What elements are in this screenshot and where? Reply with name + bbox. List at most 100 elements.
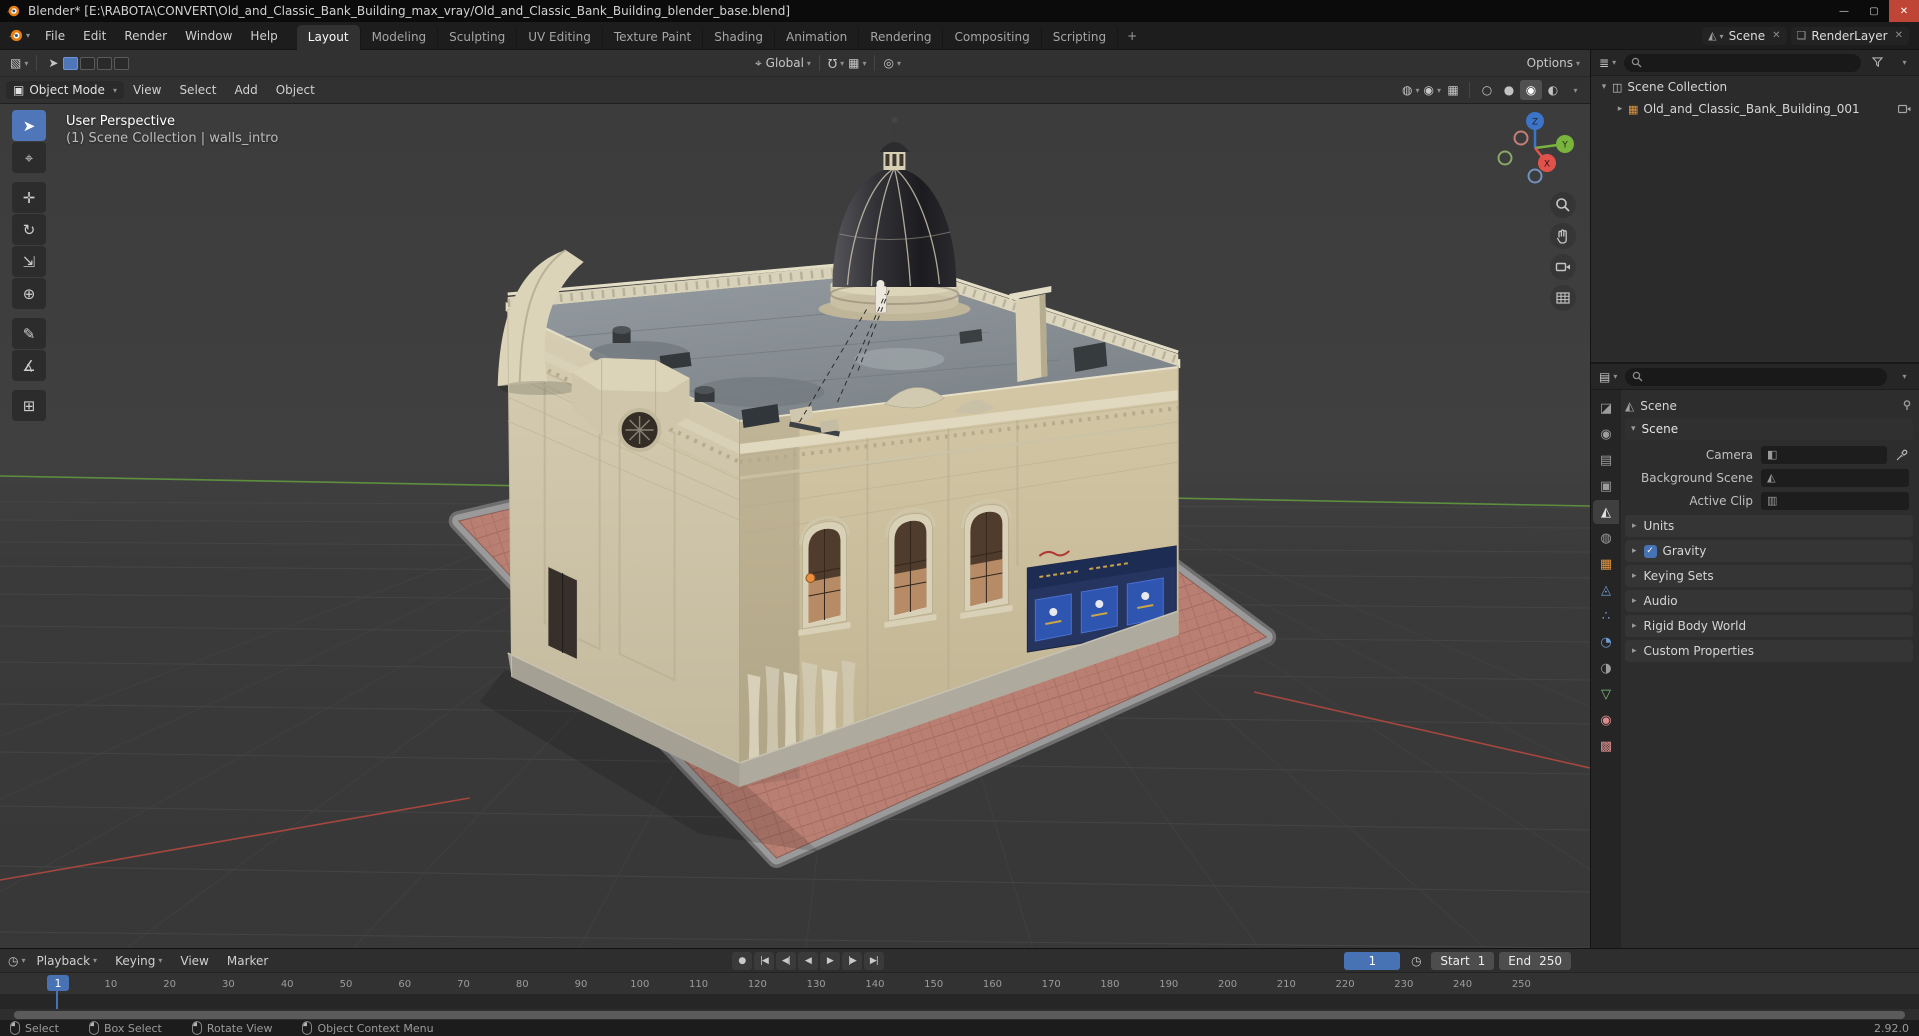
select-mode-button[interactable] [97,56,113,70]
blender-menu-button[interactable] [0,28,36,43]
gizmo-y-neg[interactable] [1497,150,1513,166]
select-mode-button[interactable] [114,56,130,70]
properties-editor-type-button[interactable]: ▤ [1597,367,1619,387]
properties-tab[interactable]: ◬ [1593,578,1619,602]
scene-selector[interactable]: ◭ Scene ✕ [1702,26,1787,45]
properties-tab[interactable]: ◪ [1593,396,1619,420]
topbar-menu[interactable]: Help [241,22,286,50]
snap-toggle[interactable]: Ω [826,53,846,73]
tool-button[interactable]: ✎ [12,318,46,349]
timeline-menu[interactable]: View [171,947,217,975]
properties-tab[interactable]: ◍ [1593,526,1619,550]
workspace-tab[interactable]: Compositing [943,24,1042,50]
zoom-button[interactable] [1550,192,1576,218]
properties-tab[interactable]: ▽ [1593,682,1619,706]
tool-button[interactable]: ⇲ [12,246,46,277]
disable-in-renders-icon[interactable] [1898,104,1911,114]
filter-button[interactable] [1867,53,1887,73]
transport-button[interactable]: |◀ [753,951,774,970]
minimize-button[interactable]: — [1829,0,1859,22]
outliner-options-dropdown[interactable] [1893,53,1913,73]
timeline-ruler[interactable]: 1102030405060708090100110120130140150160… [0,973,1919,995]
maximize-button[interactable]: ▢ [1859,0,1889,22]
viewport-canvas[interactable]: User Perspective (1) Scene Collection | … [0,104,1590,948]
workspace-tab[interactable]: Texture Paint [603,24,704,50]
shading-mode-button[interactable]: ◉ [1520,80,1542,100]
properties-tab[interactable]: ◑ [1593,656,1619,680]
snap-target-dropdown[interactable]: ▦ [846,53,868,73]
shading-mode-button[interactable]: ○ [1476,80,1498,100]
shading-dropdown[interactable] [1564,80,1584,100]
tool-button[interactable]: ⌖ [12,142,46,173]
playhead-line[interactable] [56,991,58,1009]
timeline-menu[interactable]: Keying [106,947,171,975]
properties-tab[interactable]: ▣ [1593,474,1619,498]
workspace-tab[interactable]: Shading [703,24,776,50]
properties-panel-header[interactable]: Audio [1625,590,1913,612]
checkbox[interactable] [1643,544,1657,558]
properties-panel-header[interactable]: Gravity [1625,540,1913,562]
topbar-menu[interactable]: Render [115,22,176,50]
workspace-tab[interactable]: UV Editing [517,24,603,50]
properties-tab[interactable]: ◭ [1593,500,1619,524]
outliner-search-input[interactable] [1624,53,1861,72]
properties-panel-header[interactable]: Custom Properties [1625,640,1913,662]
gizmo-z-neg[interactable] [1527,168,1543,184]
properties-tab[interactable]: ▤ [1593,448,1619,472]
view-layer-selector[interactable]: ❏ RenderLayer ✕ [1790,26,1909,45]
viewport-menu[interactable]: Add [225,76,266,104]
add-workspace-button[interactable]: + [1118,24,1146,48]
properties-tab[interactable]: ▦ [1593,552,1619,576]
unlink-scene-icon[interactable]: ✕ [1772,30,1780,41]
transport-button[interactable]: ▶| [863,951,884,970]
outliner-editor-type-button[interactable]: ≣ [1597,53,1618,73]
property-field[interactable]: ◭ [1761,468,1909,487]
property-field[interactable]: ▥ [1761,491,1909,510]
transform-orientation-dropdown[interactable]: ⌖ Global [753,53,813,73]
workspace-tab[interactable]: Layout [296,24,361,50]
tool-button[interactable]: ⊕ [12,278,46,309]
disclosure-arrow-icon[interactable] [1613,104,1627,114]
frame-start-field[interactable]: Start 1 [1431,951,1495,970]
3d-scene[interactable] [0,104,1590,948]
close-button[interactable]: ✕ [1889,0,1919,22]
gizmo-x-neg[interactable] [1513,130,1529,146]
playhead-badge[interactable]: 1 [47,975,69,991]
disclosure-arrow-icon[interactable] [1597,82,1611,92]
transport-button[interactable]: ● [731,951,752,970]
shading-mode-button[interactable]: ◐ [1542,80,1564,100]
tool-button[interactable]: ➤ [12,110,46,141]
viewport-toggle-button[interactable]: ◉ [1422,80,1444,100]
scene-panel-header[interactable]: Scene [1625,418,1913,440]
timeline-track[interactable] [0,995,1919,1009]
proportional-editing-button[interactable]: ◎ [881,53,903,73]
toggle-perspective-button[interactable] [1550,285,1576,311]
properties-tab[interactable]: ◉ [1593,708,1619,732]
timeline-editor-type-button[interactable]: ◷ [6,951,28,971]
workspace-tab[interactable]: Scripting [1042,24,1119,50]
transport-button[interactable]: ◀ [797,951,818,970]
property-field[interactable]: ◧ [1761,445,1887,464]
timeline-menu[interactable]: Playback [28,947,107,975]
editor-type-button[interactable]: ▧ [8,53,30,73]
properties-options-dropdown[interactable] [1893,367,1913,387]
tool-button[interactable]: ↻ [12,214,46,245]
properties-tab[interactable]: ▩ [1593,734,1619,758]
properties-panel-header[interactable]: Units [1625,515,1913,537]
outliner-row[interactable]: ▦ Old_and_Classic_Bank_Building_001 [1591,98,1919,120]
viewport-toggle-button[interactable]: ▦ [1443,80,1463,100]
camera-view-button[interactable] [1550,254,1576,280]
workspace-tab[interactable]: Sculpting [438,24,518,50]
eyedropper-icon[interactable] [1895,449,1909,461]
properties-tab[interactable]: ∴ [1593,604,1619,628]
transport-button[interactable]: |▶ [841,951,862,970]
viewport-menu[interactable]: View [124,76,170,104]
viewport-toggle-button[interactable]: ◍ [1400,80,1422,100]
tool-button[interactable]: ✛ [12,182,46,213]
topbar-menu[interactable]: Window [176,22,241,50]
transport-button[interactable]: ◀| [775,951,796,970]
viewport-menu[interactable]: Select [170,76,225,104]
options-dropdown[interactable]: Options [1525,53,1582,73]
navigation-gizmo[interactable]: Z Y X [1485,104,1585,204]
properties-tab[interactable]: ◔ [1593,630,1619,654]
